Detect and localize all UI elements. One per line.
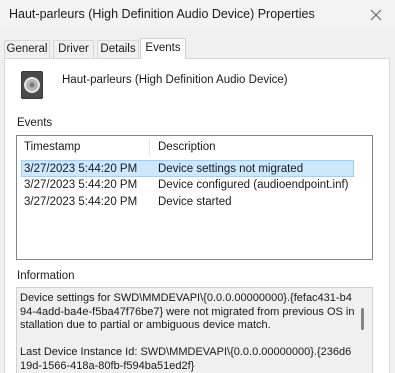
speaker-icon: [21, 71, 43, 99]
tab-details[interactable]: Details: [97, 40, 139, 58]
close-button[interactable]: [357, 0, 395, 30]
window-title: Haut-parleurs (High Definition Audio Dev…: [9, 7, 315, 21]
tab-driver[interactable]: Driver: [53, 40, 94, 58]
information-textbox[interactable]: Device settings for SWD\MMDEVAPI\{0.0.0.…: [16, 287, 373, 373]
device-name: Haut-parleurs (High Definition Audio Dev…: [62, 74, 288, 86]
tab-events[interactable]: Events: [140, 38, 186, 59]
event-row[interactable]: 3/27/2023 5:44:20 PM Device started: [21, 194, 354, 211]
event-row[interactable]: 3/27/2023 5:44:20 PM Device settings not…: [21, 160, 354, 177]
column-header-description[interactable]: Description: [151, 136, 371, 158]
event-description: Device started: [158, 196, 232, 208]
events-section-label: Events: [17, 117, 53, 129]
event-timestamp: 3/27/2023 5:44:20 PM: [24, 163, 138, 175]
tab-general[interactable]: General: [4, 40, 50, 58]
event-timestamp: 3/27/2023 5:44:20 PM: [24, 179, 138, 191]
column-header-timestamp[interactable]: Timestamp: [17, 136, 149, 158]
information-text: Device settings for SWD\MMDEVAPI\{0.0.0.…: [20, 292, 355, 372]
column-divider[interactable]: [149, 139, 150, 155]
events-list-header: Timestamp Description: [17, 136, 372, 158]
title-bar: Haut-parleurs (High Definition Audio Dev…: [0, 0, 395, 30]
information-section-label: Information: [17, 270, 75, 282]
event-description: Device settings not migrated: [158, 163, 304, 175]
event-timestamp: 3/27/2023 5:44:20 PM: [24, 196, 138, 208]
close-icon: [370, 9, 382, 21]
events-list[interactable]: Timestamp Description 3/27/2023 5:44:20 …: [16, 135, 373, 260]
information-scrollbar-thumb[interactable]: [361, 308, 364, 330]
event-row[interactable]: 3/27/2023 5:44:20 PM Device configured (…: [21, 177, 354, 194]
event-description: Device configured (audioendpoint.inf): [158, 179, 349, 191]
